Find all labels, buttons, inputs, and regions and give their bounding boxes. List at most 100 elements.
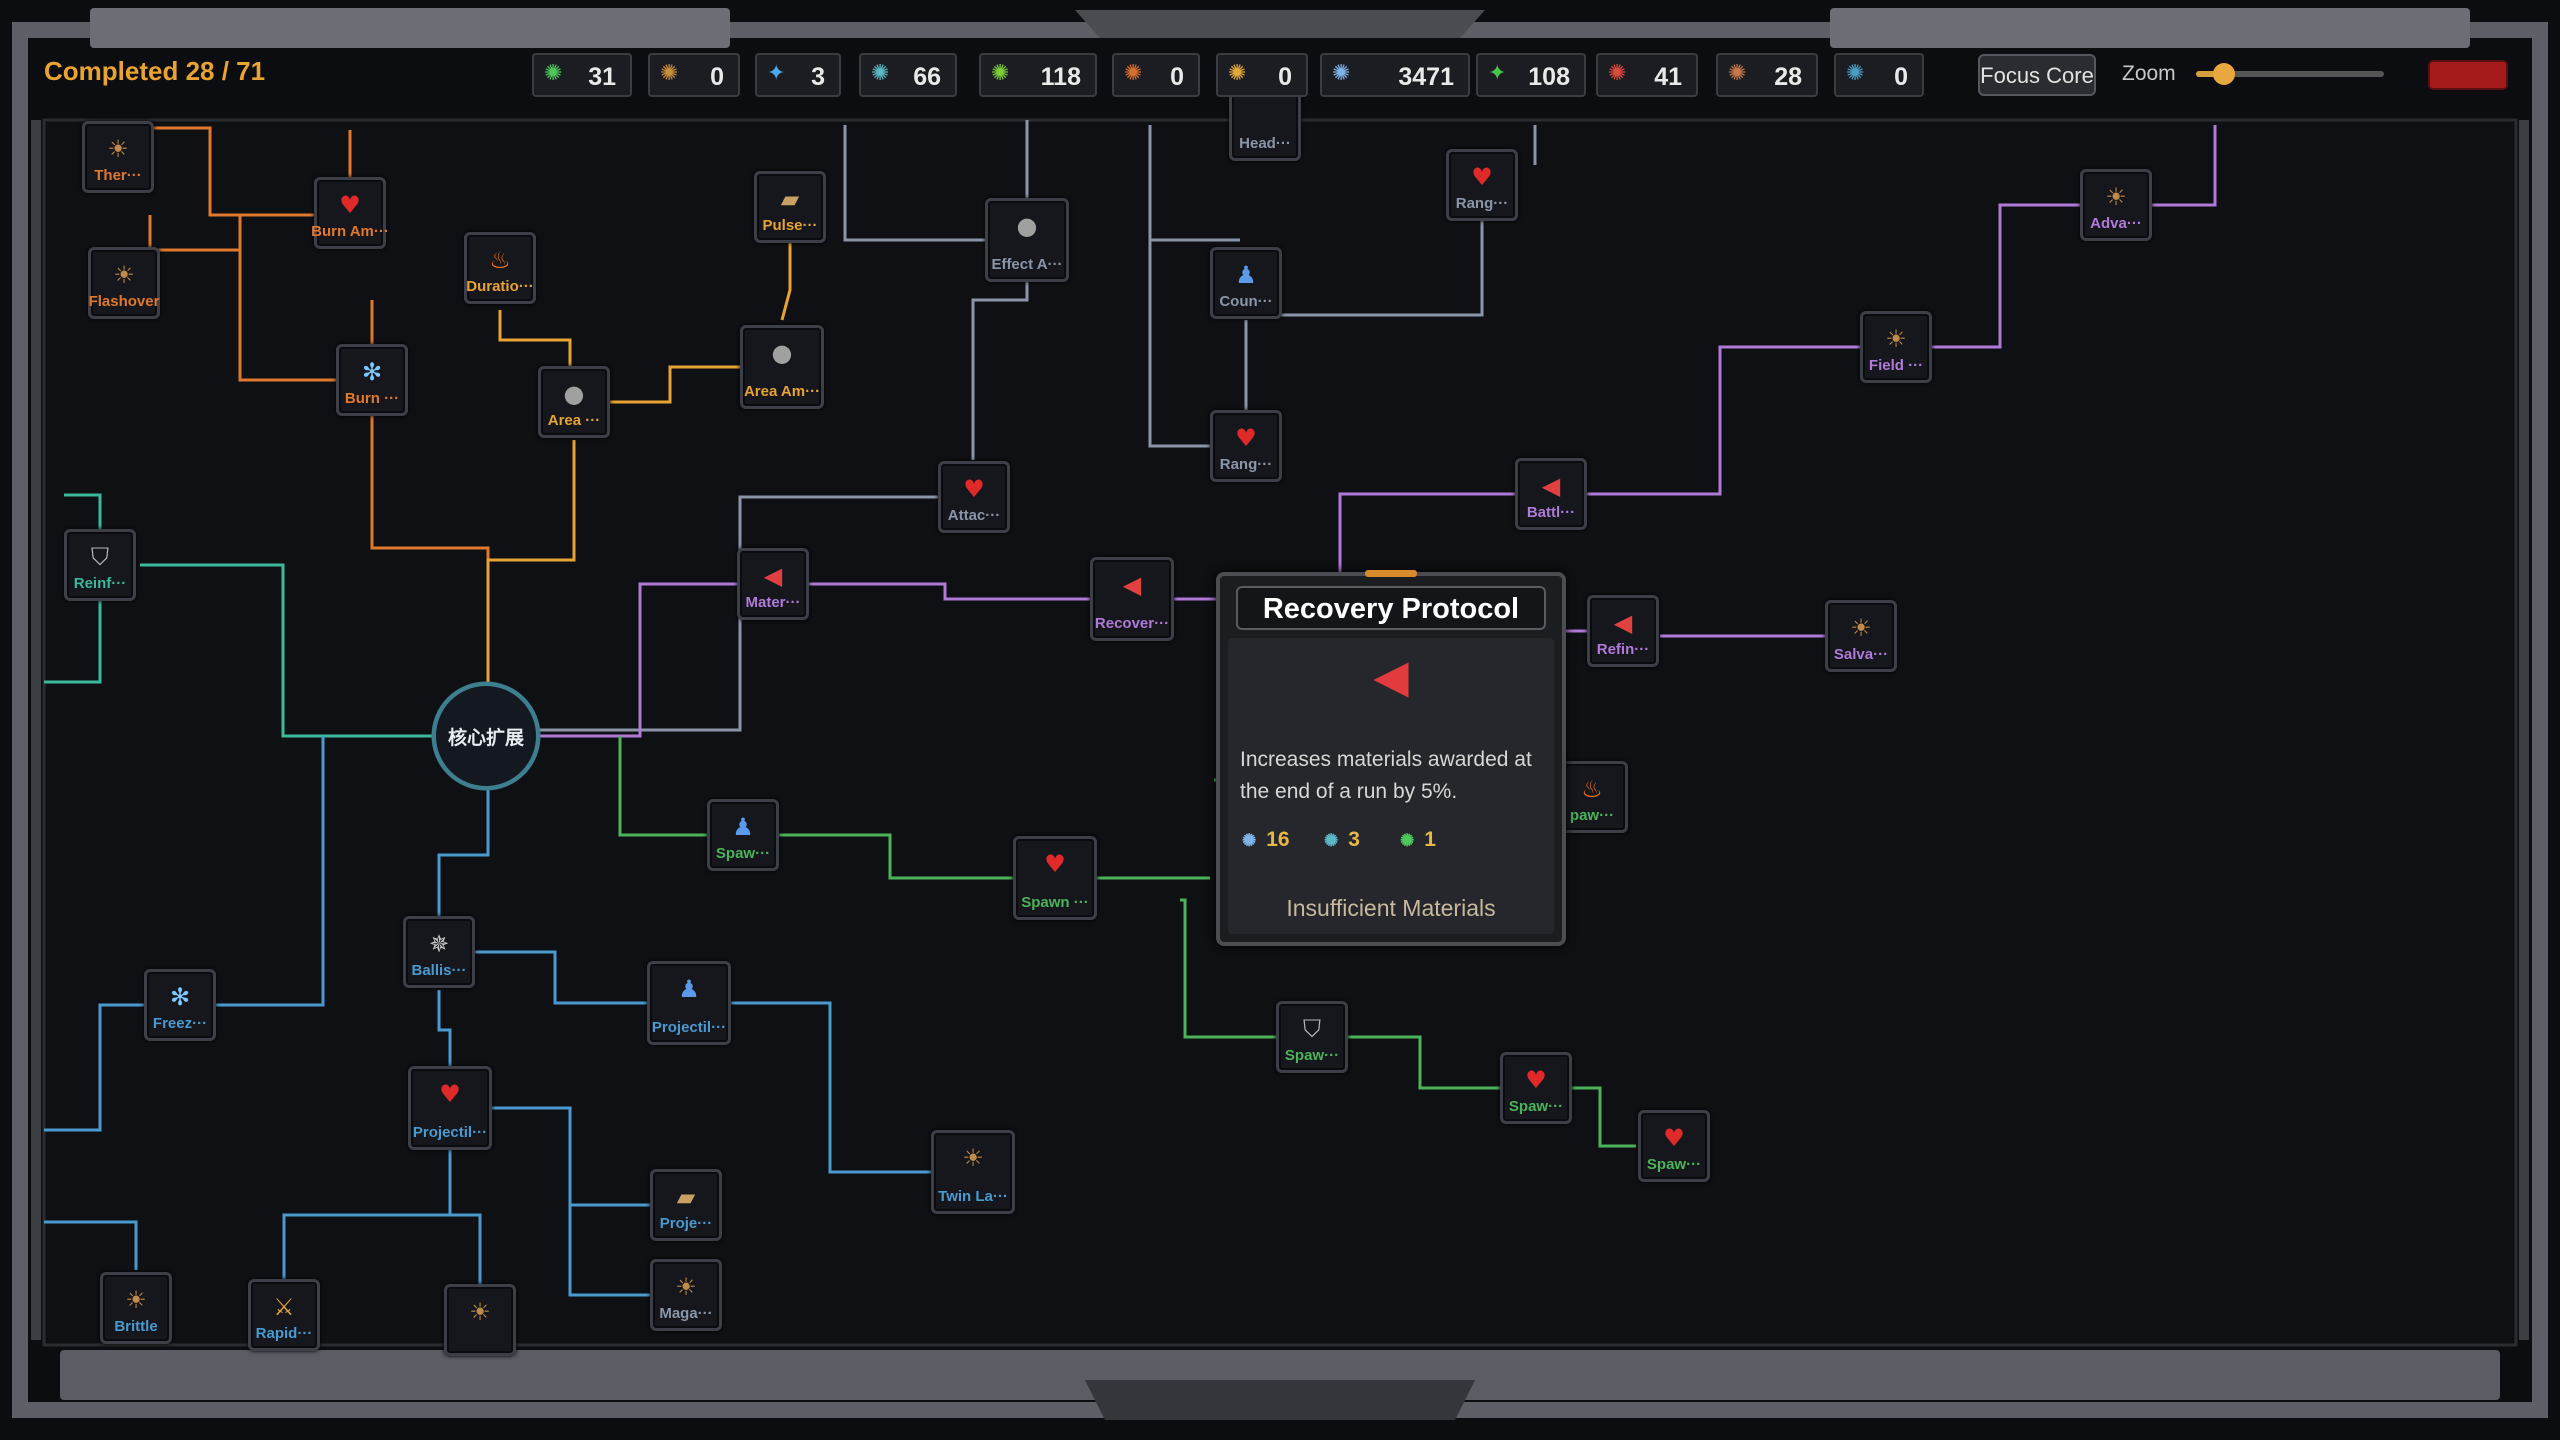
skill-node-ballis[interactable]: ✵ Ballis···: [403, 916, 475, 988]
skill-node-label: Duratio···: [466, 278, 534, 295]
sword-icon: ⚔: [273, 1293, 295, 1321]
skill-node-label: Brittle: [114, 1318, 158, 1335]
skill-node-label: Effect A···: [991, 256, 1063, 273]
skill-node-freez[interactable]: ✻ Freez···: [144, 969, 216, 1041]
claw-icon: ☀: [1885, 325, 1907, 353]
skill-node-label: Flashover: [88, 293, 160, 310]
teal-bug-icon: ✺: [1324, 831, 1339, 850]
core-expansion-node[interactable]: 核心扩展: [433, 683, 539, 789]
skill-node-burn-am[interactable]: ♥ Burn Am···: [311, 177, 389, 249]
skill-node-duratio[interactable]: ♨ Duratio···: [464, 232, 536, 304]
cyan-bug-icon: ✺: [1846, 61, 1865, 86]
skill-node-flashover[interactable]: ☀ Flashover: [88, 247, 160, 319]
skill-node-maga[interactable]: ☀ Maga···: [650, 1259, 722, 1331]
skill-node-label: Maga···: [659, 1305, 713, 1322]
spider-icon: ✵: [428, 930, 450, 958]
skill-node-refin[interactable]: ◀ Refin···: [1587, 595, 1659, 667]
green-shard-icon: ✦: [1488, 61, 1507, 86]
claw-icon: ☀: [113, 261, 135, 289]
skill-node-burn[interactable]: ✻ Burn ···: [336, 344, 408, 416]
skill-node-label: Rang···: [1219, 456, 1273, 473]
resource-value: 0: [710, 63, 724, 91]
skill-node-adva[interactable]: ☀ Adva···: [2080, 169, 2152, 241]
skill-node-brittle[interactable]: ☀ Brittle: [100, 1272, 172, 1344]
skill-tree-screen: ☀ Ther··· ☀ Flashover ♥ Burn Am··· ✻ Burn ··· ♨ D…: [0, 0, 2560, 1440]
skill-node-label: Attac···: [947, 507, 1001, 524]
skill-node-spaw[interactable]: ⛉ Spaw···: [1276, 1001, 1348, 1073]
brown-bug-icon: ✺: [660, 61, 679, 86]
blue-bug-icon: ✺: [1242, 831, 1257, 850]
resource-value: 3471: [1398, 63, 1454, 91]
blue-crystal-icon: ✦: [767, 61, 786, 86]
skill-node-battl[interactable]: ◀ Battl···: [1515, 458, 1587, 530]
gun-icon: ▰: [780, 185, 800, 213]
skill-node-pulse[interactable]: ▰ Pulse···: [754, 171, 826, 243]
skill-node-effect-a[interactable]: ● Effect A···: [985, 198, 1069, 282]
skill-node-attac[interactable]: ♥ Attac···: [938, 461, 1010, 533]
skill-node-label: Projectil···: [412, 1124, 488, 1141]
resource-counter: ✺ 31: [532, 53, 632, 97]
skill-node-spaw[interactable]: ♟ Spaw···: [707, 799, 779, 871]
skill-node-area-am[interactable]: ● Area Am···: [740, 325, 824, 409]
skill-node-label: Field ···: [1868, 357, 1924, 374]
skill-node-recover[interactable]: ◀ Recover···: [1090, 557, 1174, 641]
claw-icon: ☀: [2105, 183, 2127, 211]
red-bug-icon: ✺: [1608, 61, 1627, 86]
resource-value: 0: [1170, 63, 1184, 91]
cost-value: 1: [1424, 828, 1436, 851]
skill-node-label: Proje···: [659, 1215, 713, 1232]
skill-node-mater[interactable]: ◀ Mater···: [737, 548, 809, 620]
skill-node-rapid[interactable]: ⚔ Rapid···: [248, 1279, 320, 1351]
skill-node-ther[interactable]: ☀ Ther···: [82, 121, 154, 193]
skill-node-proje[interactable]: ▰ Proje···: [650, 1169, 722, 1241]
heart-icon: ♥: [339, 191, 361, 219]
orange-bug-icon: ✺: [1124, 61, 1143, 86]
skill-node-spaw[interactable]: ♥ Spaw···: [1638, 1110, 1710, 1182]
skill-node-spawn[interactable]: ♥ Spawn ···: [1013, 836, 1097, 920]
resource-value: 0: [1894, 63, 1908, 91]
tooltip-status: Insufficient Materials: [1286, 895, 1496, 921]
tooltip-cost-3: ✺ 1: [1400, 828, 1436, 852]
skill-node-label: Mater···: [745, 594, 801, 611]
resource-value: 31: [588, 63, 616, 91]
skill-node-label: Refin···: [1596, 641, 1650, 658]
skill-node-field[interactable]: ☀ Field ···: [1860, 311, 1932, 383]
skill-node-salva[interactable]: ☀ Salva···: [1825, 600, 1897, 672]
heart-icon: ♥: [1044, 850, 1066, 878]
skill-node-unlabeled[interactable]: ☀: [444, 1284, 516, 1356]
skill-node-twin-la[interactable]: ☀ Twin La···: [931, 1130, 1015, 1214]
skill-node-label: Projectil···: [651, 1019, 727, 1036]
skill-node-label: Spaw···: [1508, 1098, 1564, 1115]
fire-icon: ♨: [1581, 775, 1603, 803]
skill-node-area[interactable]: ● Area ···: [538, 366, 610, 438]
skill-node-label: Spawn ···: [1021, 894, 1089, 911]
zoom-label: Zoom: [2122, 62, 2176, 85]
skill-node-coun[interactable]: ♟ Coun···: [1210, 247, 1282, 319]
skill-node-reinf[interactable]: ⛉ Reinf···: [64, 529, 136, 601]
tooltip-accent: [1365, 570, 1417, 577]
resource-value: 108: [1528, 63, 1570, 91]
green-moss-icon: ✺: [991, 61, 1010, 86]
skill-node-rang[interactable]: ♥ Rang···: [1210, 410, 1282, 482]
teal-bug-icon: ✺: [871, 61, 890, 86]
soldier-icon: ♟: [1235, 261, 1257, 289]
resource-counter: ✦ 108: [1476, 53, 1586, 97]
megaphone-icon: ◀: [1373, 649, 1409, 703]
skill-node-rang[interactable]: ♥ Rang···: [1446, 149, 1518, 221]
skill-node-spaw[interactable]: ♥ Spaw···: [1500, 1052, 1572, 1124]
skill-node-projectil[interactable]: ♟ Projectil···: [647, 961, 731, 1045]
megaphone-icon: ◀: [1541, 472, 1561, 500]
focus-core-button[interactable]: Focus Core: [1978, 54, 2096, 96]
skill-node-projectil[interactable]: ♥ Projectil···: [408, 1066, 492, 1150]
skill-node-paw[interactable]: ♨ paw···: [1556, 761, 1628, 833]
bomb-icon: ●: [771, 339, 793, 367]
tooltip-cost-1: ✺ 16: [1242, 828, 1290, 852]
snowflake-icon: ✻: [169, 983, 191, 1011]
soldier-icon: ♟: [678, 975, 700, 1003]
skill-node-label: Burn Am···: [311, 223, 389, 240]
skill-node-label: Spaw···: [1646, 1156, 1702, 1173]
zoom-slider[interactable]: [2196, 63, 2384, 85]
close-button[interactable]: [2428, 60, 2508, 90]
skill-node-head[interactable]: Head···: [1229, 89, 1301, 161]
skill-node-label: Freez···: [152, 1015, 208, 1032]
